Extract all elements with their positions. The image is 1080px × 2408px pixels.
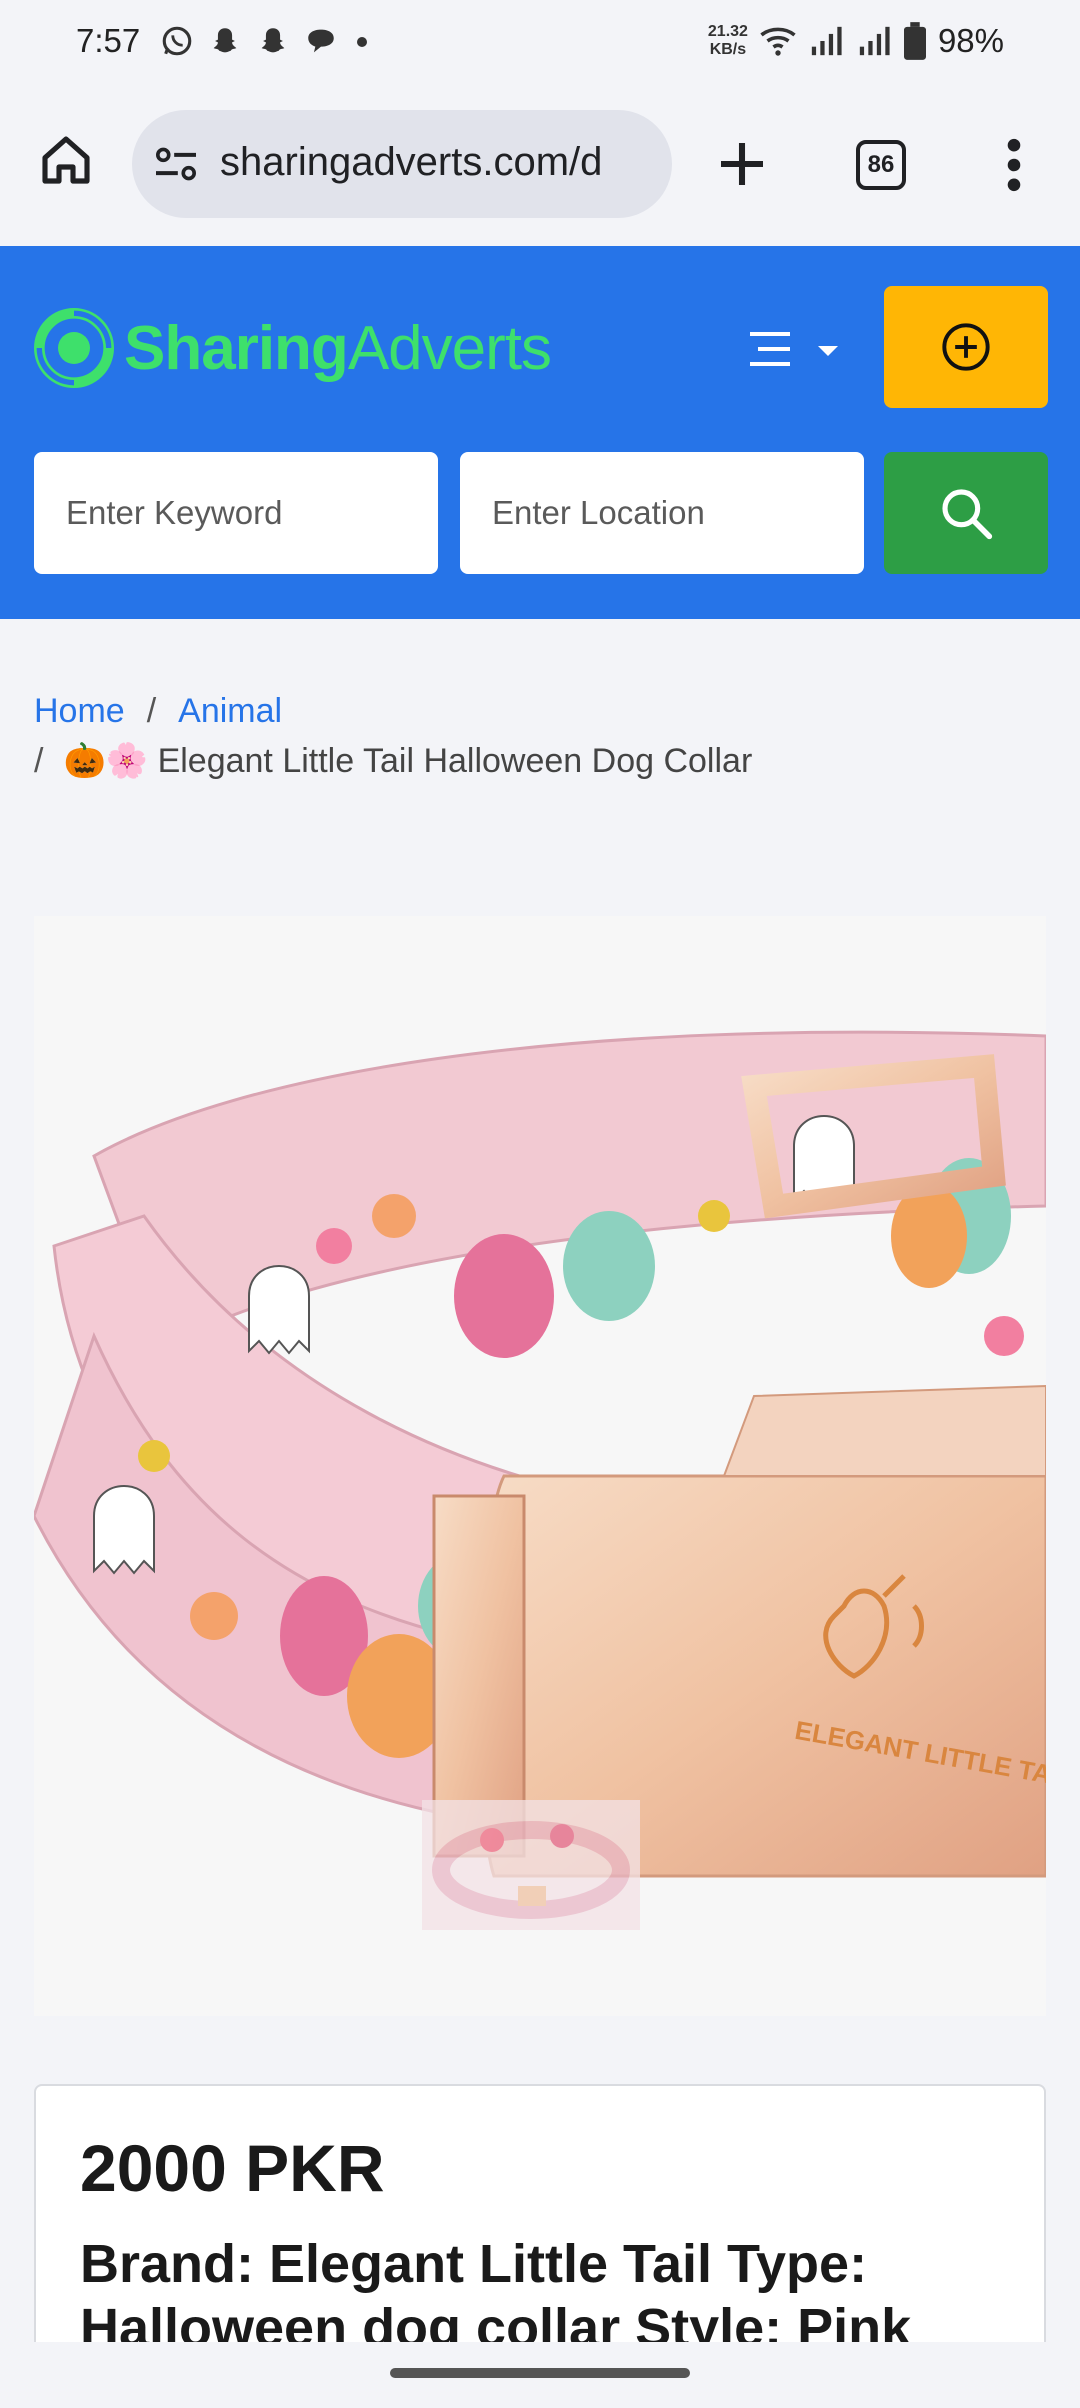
plus-circle-icon bbox=[942, 323, 990, 371]
site-settings-icon[interactable] bbox=[154, 144, 198, 184]
gesture-handle[interactable] bbox=[390, 2368, 690, 2378]
status-time: 7:57 bbox=[76, 22, 141, 59]
breadcrumb-category-link[interactable]: Animal bbox=[178, 692, 282, 730]
snapchat-icon bbox=[261, 28, 285, 53]
breadcrumb-current: 🎃🌸 Elegant Little Tail Halloween Dog Col… bbox=[63, 742, 753, 780]
location-input[interactable] bbox=[460, 452, 864, 574]
snapchat-icon bbox=[213, 28, 237, 53]
breadcrumb-home-link[interactable]: Home bbox=[34, 692, 125, 730]
notification-icons bbox=[160, 24, 372, 58]
chat-bubble-icon bbox=[308, 29, 334, 53]
search-button[interactable] bbox=[884, 452, 1048, 574]
breadcrumb-separator: / bbox=[34, 742, 44, 780]
battery-icon bbox=[903, 22, 926, 60]
signal-icon bbox=[859, 26, 890, 56]
listing-price: 2000 PKR bbox=[80, 2131, 385, 2205]
wifi-icon bbox=[760, 27, 796, 56]
breadcrumb-line-2: / 🎃🌸 Elegant Little Tail Halloween Dog Co… bbox=[34, 736, 1044, 786]
breadcrumb-separator: / bbox=[146, 692, 157, 730]
site-logo[interactable]: SharingAdverts bbox=[34, 294, 552, 402]
battery-percent: 98% bbox=[937, 22, 1004, 59]
system-status: 21.32 KB/s 98% bbox=[708, 22, 1004, 60]
search-icon bbox=[942, 489, 993, 540]
logo-text: SharingAdverts bbox=[124, 313, 552, 383]
home-icon[interactable] bbox=[38, 132, 94, 188]
breadcrumb: Home / Animal / 🎃🌸 Elegant Little Tail Hall… bbox=[34, 686, 1044, 786]
keyword-input[interactable] bbox=[34, 452, 438, 574]
menu-toggle-icon[interactable] bbox=[746, 324, 842, 374]
tab-switcher-button[interactable]: 86 bbox=[856, 140, 906, 190]
dot-icon bbox=[357, 37, 367, 47]
site-header: SharingAdverts bbox=[0, 246, 1080, 619]
new-tab-icon[interactable] bbox=[714, 136, 770, 192]
whatsapp-icon bbox=[162, 26, 192, 56]
address-bar[interactable]: sharingadverts.com/d bbox=[132, 110, 672, 218]
breadcrumb-line-1: Home / Animal bbox=[34, 686, 1044, 736]
logo-mark-icon bbox=[34, 308, 114, 388]
more-options-icon[interactable] bbox=[1000, 138, 1028, 192]
gesture-navigation-area bbox=[0, 2342, 1080, 2408]
product-image[interactable]: ELEGANT LITTLE TAIL bbox=[34, 916, 1046, 2016]
url-text: sharingadverts.com/d bbox=[220, 140, 603, 184]
network-speed: 21.32 KB/s bbox=[707, 23, 748, 58]
image-thumbnail[interactable] bbox=[422, 1800, 640, 1930]
listing-description: Brand: Elegant Little Tail Type: Hallowe… bbox=[80, 2234, 912, 2358]
browser-toolbar: sharingadverts.com/d 86 bbox=[0, 88, 1080, 246]
post-ad-button[interactable] bbox=[884, 286, 1048, 408]
signal-icon bbox=[811, 26, 842, 56]
status-bar: 7:57 21.32 KB/s 98% bbox=[0, 0, 1080, 88]
